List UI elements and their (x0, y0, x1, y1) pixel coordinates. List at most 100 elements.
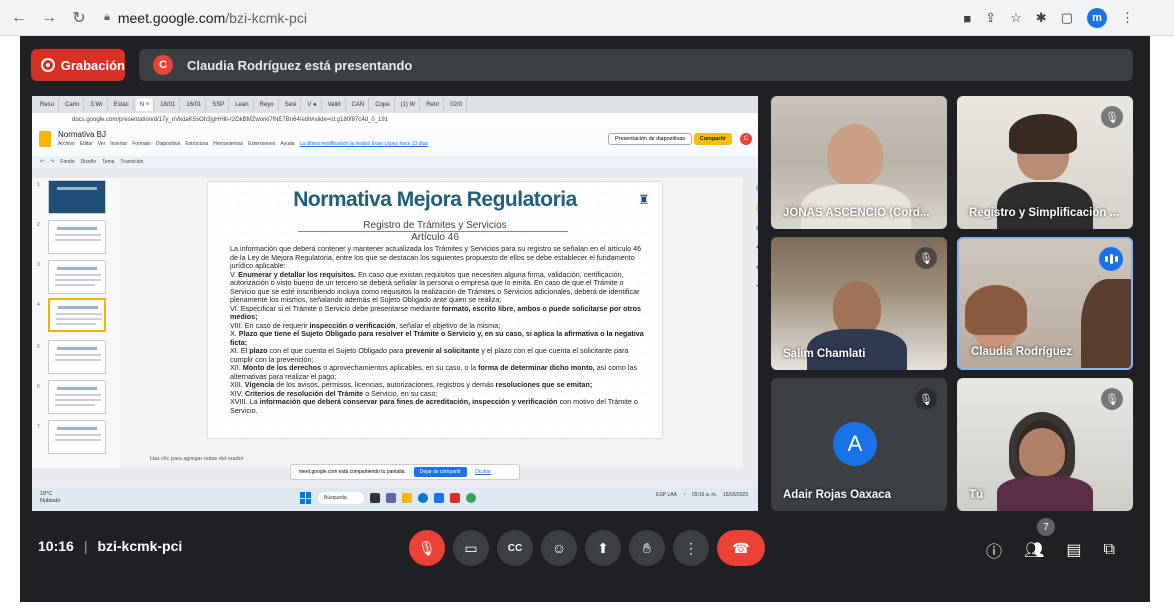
meeting-code: bzi-kcmk-pci (97, 538, 183, 554)
thumb-line (55, 399, 101, 401)
shared-tab: Estac (110, 98, 134, 111)
slide-thumbnail (48, 260, 106, 294)
participant-video (833, 281, 881, 335)
sharing-notice-text: meet.google.com está compartiendo tu pan… (299, 469, 406, 475)
participant-tile-active-speaker[interactable]: Claudia Rodríguez (957, 237, 1133, 370)
participant-tile[interactable]: JONÁS ASCENCIO (Cord... (771, 96, 947, 229)
lock-icon: 🔒︎ (104, 11, 110, 23)
back-icon[interactable]: ← (8, 7, 30, 29)
thumb-line (55, 404, 95, 406)
thumb-line (57, 347, 97, 350)
reload-icon[interactable]: ↻ (68, 7, 90, 29)
shared-tab: 3.Wı (86, 98, 108, 111)
slide-thumbnail (48, 180, 106, 214)
participant-name: Claudia Rodríguez (971, 346, 1072, 358)
present-button[interactable]: ⬆ (585, 530, 621, 566)
extensions-icon[interactable]: ✱ (1036, 10, 1047, 26)
more-options-button[interactable]: ⋮ (673, 530, 709, 566)
item-bold: resoluciones que se emitan; (495, 380, 593, 389)
hide-notice-link: Ocultar (474, 469, 491, 475)
chrome-icon (466, 493, 476, 503)
profile-avatar[interactable]: m (1087, 8, 1107, 28)
url-host: meet.google.com (117, 9, 226, 26)
participant-tile[interactable]: A 🎙︎ Adair Rojas Oaxaca (771, 378, 947, 511)
menu-kebab-icon[interactable]: ⋮ (1121, 10, 1134, 26)
slide-article: Artículo 46 (411, 232, 459, 243)
item-text: Especificar si el Trámite o Servicio deb… (240, 303, 442, 313)
people-icon[interactable]: 👥︎ (1024, 540, 1044, 560)
participant-video (827, 124, 883, 186)
windows-start-icon (300, 492, 312, 504)
shared-tab-strip: Resu Camı 3.Wı Estac N × 18/01 16/01 SSP… (32, 96, 758, 113)
camera-indicator-icon[interactable]: ■ (963, 11, 971, 26)
participant-name: Tú (969, 489, 984, 501)
current-slide: Normativa Mejora Regulatoria ♜ Registro … (208, 182, 662, 438)
side-controls: ⓘ 👥︎ ▤ ⧉ (986, 538, 1115, 562)
thumb-line (57, 227, 97, 230)
maps-icon: ◆ (756, 263, 758, 271)
thumb-line (55, 434, 101, 436)
participant-face (1019, 428, 1065, 476)
slide-item: VI. Especificar si el Trámite o Servicio… (230, 303, 644, 322)
camera-toggle-button[interactable]: ▭ (453, 530, 489, 566)
shared-screen: Resu Camı 3.Wı Estac N × 18/01 16/01 SSP… (32, 96, 758, 511)
slide-title: Normativa Mejora Regulatoria (293, 188, 577, 211)
reactions-button[interactable]: ☺ (541, 530, 577, 566)
recording-label: Grabación (60, 57, 125, 73)
thumb-line (57, 267, 97, 270)
share-icon[interactable]: ⇪ (985, 10, 996, 26)
sharing-notice-bar: meet.google.com está compartiendo tu pan… (290, 464, 520, 480)
doc-title: Normativa BJ (58, 130, 107, 139)
shared-tab: 16/01 (182, 98, 207, 111)
activities-icon[interactable]: ⧉ (1103, 541, 1114, 559)
mic-off-icon: 🎙︎ (915, 247, 937, 269)
participant-name: Registro y Simplificación ... (969, 207, 1120, 219)
leave-call-button[interactable]: ☎︎ (717, 530, 765, 566)
toolbar-item: Tema (102, 159, 115, 165)
thumb-line (55, 394, 101, 396)
participant-shirt (997, 182, 1093, 229)
participant-tile[interactable]: 🎙︎ Registro y Simplificación ... (957, 96, 1133, 229)
slide-thumbnail (48, 420, 106, 454)
menu-item: Herramientas (213, 141, 244, 147)
slides-logo-icon (39, 131, 51, 147)
participant-name: Salim Chamlati (783, 348, 866, 360)
info-icon[interactable]: ⓘ (986, 538, 1002, 562)
windows-taskbar: 18°C Nublado Búsqueda ESP LAA ◔ 09:16 a.… (32, 487, 758, 511)
raise-hand-button[interactable]: ✋︎ (629, 530, 665, 566)
call-controls: 🎙︎ ▭ CC ☺ ⬆ ✋︎ ⋮ ☎︎ (409, 530, 765, 566)
address-bar[interactable]: 🔒︎ meet.google.com /bzi-kcmk-pci (104, 10, 307, 26)
mic-toggle-button[interactable]: 🎙︎ (409, 530, 445, 566)
docs-user-avatar: C (740, 133, 752, 145)
thumb-number: 2 (37, 222, 40, 228)
sidepanel-icon[interactable]: ▢ (1061, 10, 1073, 26)
record-icon (41, 58, 55, 72)
shared-tab: Valid (324, 98, 346, 111)
participant-tile[interactable]: 🎙︎ Salim Chamlati (771, 237, 947, 370)
meet-window: Grabación C Claudia Rodríguez está prese… (20, 36, 1150, 602)
speaker-notes: Haz clic para agregar notas del orador (150, 456, 244, 462)
item-bold: información que deberá conservar para fi… (259, 397, 558, 406)
chat-icon[interactable]: ▤ (1066, 540, 1081, 560)
presenter-avatar: C (153, 55, 173, 75)
forward-icon[interactable]: → (38, 7, 60, 29)
store-icon (434, 493, 444, 503)
toolbar-item: Transición (120, 159, 144, 165)
shared-url: docs.google.com/presentation/d/17y_nVkda… (32, 113, 758, 127)
system-tray: ESP LAA ◔ 09:16 a. m. 15/03/2023 (656, 492, 748, 498)
weather-temp: 18°C (40, 491, 53, 497)
slide-thumbnail (48, 340, 106, 374)
thumb-line (55, 234, 101, 236)
shared-tab: Retır (422, 98, 445, 111)
thumb-line (55, 239, 101, 241)
menu-item: Extensiones (248, 141, 276, 147)
bookmark-star-icon[interactable]: ☆ (1010, 10, 1022, 26)
self-view-tile[interactable]: 🎙︎ Tú (957, 378, 1133, 511)
slide-body: La información que deberá contener y man… (230, 244, 644, 415)
menu-item: Estructura (185, 141, 209, 147)
slide-canvas: Normativa Mejora Regulatoria ♜ Registro … (120, 178, 742, 468)
thumb-number: 4 (37, 302, 40, 308)
item-bold: prevenir al solicitante (405, 346, 480, 355)
recording-button[interactable]: Grabación (31, 49, 125, 81)
captions-button[interactable]: CC (497, 530, 533, 566)
